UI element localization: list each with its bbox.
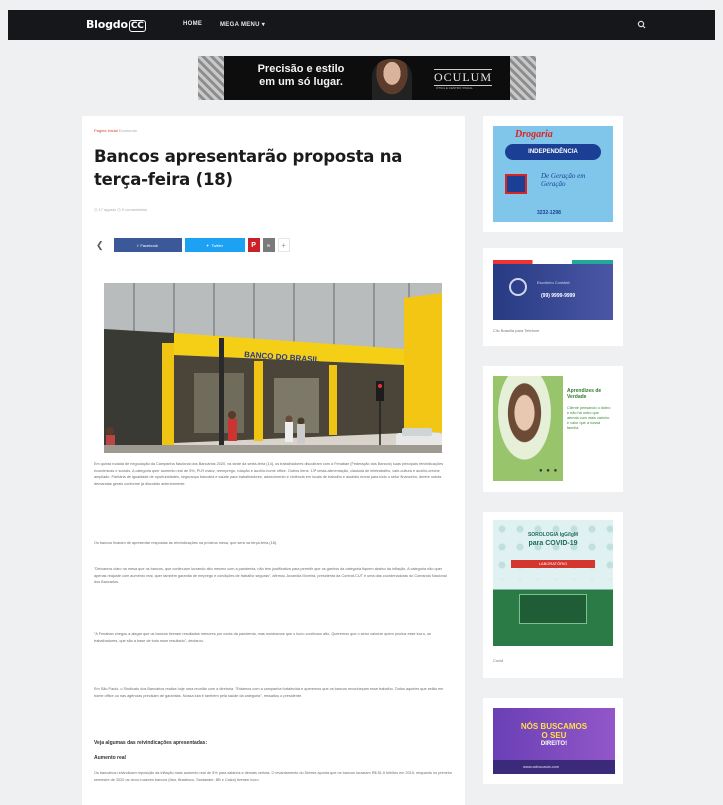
- article-paragraph: "Deixamos claro na mesa que os bancos, q…: [94, 567, 447, 584]
- facebook-icon: f: [137, 242, 139, 248]
- sidebar-ad-contabil[interactable]: Escritório Contábil (99) 9999-9999: [493, 260, 613, 320]
- banner-slogan-line1: Precisão e estilo: [257, 63, 345, 75]
- ad5-line3: DIREITO!: [540, 741, 568, 747]
- sidebar-ad-advocacia[interactable]: NÓS BUSCAMOS O SEU DIREITO! www.advocaci…: [493, 708, 615, 774]
- article-subheading: Aumento real: [94, 755, 126, 761]
- banner-ad[interactable]: Precisão e estilo em um só lugar. OCULUM…: [198, 56, 536, 100]
- ad3-dots-icon: ● ● ●: [539, 468, 559, 474]
- banner-inner: Precisão e estilo em um só lugar. OCULUM…: [224, 56, 510, 100]
- share-bar: ❮ f Facebook ✦ Twitter P ✉ +: [96, 237, 290, 253]
- share-pinterest-button[interactable]: P: [247, 238, 260, 252]
- sidebar-ad-covid[interactable]: SOROLOGIA IgG/IgM para COVID-19 LABORATÓ…: [493, 520, 613, 646]
- ad1-phone: 3232-1298: [537, 210, 561, 216]
- ad2-phone: (99) 9999-9999: [541, 293, 576, 299]
- share-twitter-button[interactable]: ✦ Twitter: [184, 238, 245, 252]
- article-title: Bancos apresentarão proposta na terça-fe…: [94, 147, 403, 189]
- article-paragraph: Em São Paulo, o Sindicato dos Bancários …: [94, 687, 444, 698]
- banner-pattern-left: [198, 56, 224, 100]
- sidebar-widget: Drogaria INDEPENDÊNCIA De Geração em Ger…: [483, 116, 623, 232]
- breadcrumb: Pagina Inicial Economia: [94, 128, 137, 133]
- logo-mark: CC: [128, 20, 146, 32]
- sidebar-ad-aprendizes[interactable]: Aprendizes de Verdade Cliente pensando o…: [493, 376, 613, 481]
- sidebar-widget: Aprendizes de Verdade Cliente pensando o…: [483, 366, 623, 492]
- article-card: Pagina Inicial Economia Bancos apresenta…: [82, 116, 465, 805]
- article-photo: BANCO DO BRASIL: [104, 283, 442, 453]
- twitter-icon: ✦: [205, 242, 210, 248]
- share-back-icon[interactable]: ❮: [96, 240, 104, 251]
- article-subheading: Veja algumas das reivindicações apresent…: [94, 740, 208, 746]
- banner-slogan-line2: em um só lugar.: [259, 76, 343, 88]
- logo-text: Blogdo: [86, 18, 128, 31]
- ad4-test-kit: [519, 594, 587, 624]
- nav-mega-menu[interactable]: MEGA MENU ▾: [220, 21, 265, 28]
- top-nav-bar: Blogdo CC HOME MEGA MENU ▾: [8, 10, 715, 40]
- sidebar-widget: NÓS BUSCAMOS O SEU DIREITO! www.advocaci…: [483, 698, 623, 784]
- ad3-photo: [493, 376, 563, 481]
- sidebar-widget: SOROLOGIA IgG/IgM para COVID-19 LABORATÓ…: [483, 512, 623, 678]
- ad4-badge: LABORATÓRIO: [511, 560, 595, 568]
- article-paragraph: "A Fenaban chegou a alegar que os bancos…: [94, 632, 431, 643]
- ad2-text: Escritório Contábil: [537, 280, 570, 285]
- ad2-stripe: [493, 260, 613, 264]
- banner-pattern-right: [510, 56, 536, 100]
- search-icon[interactable]: [636, 18, 648, 30]
- banner-model-photo: [372, 59, 412, 100]
- ad1-script: De Geração em Geração: [541, 172, 586, 188]
- banner-brand-sub: ÓTICA E CENTRO VISUAL: [436, 86, 473, 90]
- breadcrumb-sub[interactable]: Economia: [119, 128, 137, 133]
- ad3-heading: Aprendizes de Verdade: [567, 388, 602, 400]
- banner-slogan: Precisão e estilo em um só lugar.: [246, 63, 356, 89]
- article-paragraph: Os bancários reivindicam reposição da in…: [94, 771, 452, 782]
- article-meta: ◷ 17 agosto ◷ 0 comentários: [94, 207, 148, 212]
- breadcrumb-category[interactable]: Pagina Inicial: [94, 128, 118, 133]
- share-facebook-label: Facebook: [140, 242, 158, 248]
- sidebar-widget: Escritório Contábil (99) 9999-9999 Clic …: [483, 248, 623, 346]
- ad4-caption[interactable]: Covid: [493, 658, 503, 663]
- ad5-footer: www.advocacia.com: [523, 764, 560, 769]
- ad2-caption[interactable]: Clic Brasília para Telefone: [493, 328, 539, 333]
- banner-brand: OCULUM: [434, 69, 493, 86]
- site-logo[interactable]: Blogdo CC: [86, 18, 146, 32]
- share-more-button[interactable]: +: [277, 238, 290, 252]
- share-facebook-button[interactable]: f Facebook: [113, 238, 182, 252]
- ad2-logo-icon: [509, 278, 527, 296]
- ad4-virus-pattern: [493, 520, 613, 580]
- ad1-top: Drogaria: [515, 129, 553, 140]
- share-twitter-label: Twitter: [211, 242, 224, 248]
- ad4-line1: SOROLOGIA IgG/IgM: [527, 532, 579, 538]
- share-email-button[interactable]: ✉: [262, 238, 275, 252]
- ad1-pharmacy-icon: [505, 174, 527, 194]
- article-paragraph: Em quinta rodada de negociação da Campan…: [94, 462, 444, 486]
- sidebar-ad-drogaria[interactable]: Drogaria INDEPENDÊNCIA De Geração em Ger…: [493, 126, 613, 222]
- ad5-line1: NÓS BUSCAMOS: [520, 722, 588, 731]
- ad5-line2: O SEU: [541, 731, 567, 740]
- ad1-mid: INDEPENDÊNCIA: [505, 144, 601, 160]
- article-paragraph: Os bancos ficaram de apresentar resposta…: [94, 541, 278, 545]
- nav-home[interactable]: HOME: [183, 21, 202, 27]
- ad4-line2: para COVID-19: [528, 540, 578, 547]
- ad3-body: Cliente pensando o dobro e não há outro …: [567, 406, 611, 430]
